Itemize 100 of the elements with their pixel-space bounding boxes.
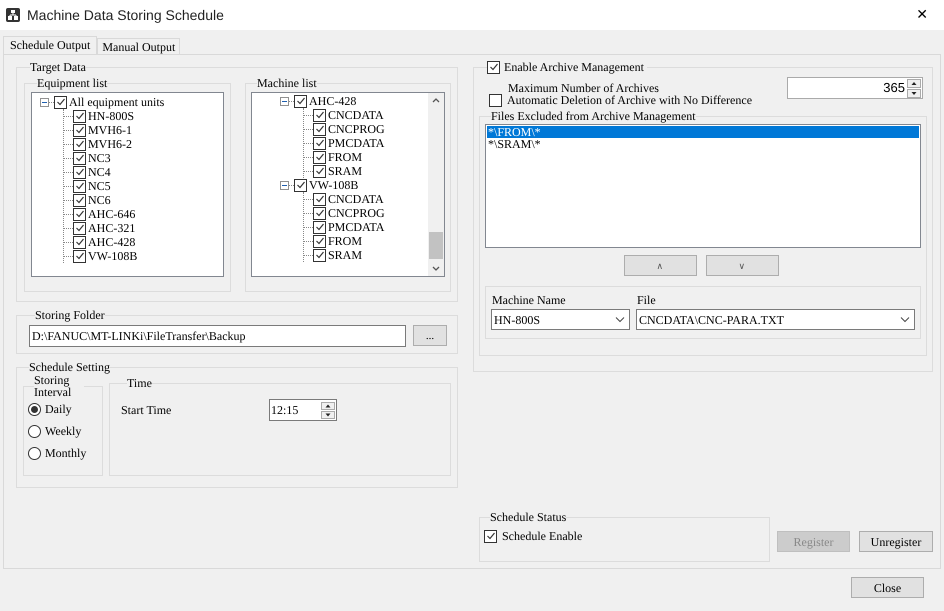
move-up-button[interactable]: ∧ [624,255,696,276]
field-label: File [637,293,657,307]
group-title: Target Data [30,60,86,74]
checkbox-label[interactable]: Schedule Enable [502,529,582,543]
checkbox[interactable] [73,152,86,164]
dropdown-value: HN-800S [494,312,540,326]
close-button[interactable]: ✕ [916,8,928,22]
checkbox[interactable] [313,164,326,178]
spin-up-icon[interactable] [321,402,335,410]
field-label: Start Time [121,403,172,417]
time-value: 12:15 [271,403,298,417]
checkbox-label[interactable]: Enable Archive Management [504,60,644,74]
tree-item[interactable]: HN-800S [88,109,134,123]
checkbox[interactable] [313,150,326,164]
tree-item[interactable]: AHC-428 [88,235,136,249]
scrollbar[interactable] [428,93,444,276]
checkbox-label[interactable]: Automatic Deletion of Archive with No Difference [507,93,752,107]
time-picker[interactable]: 12:15 [269,399,337,421]
chevron-down-icon[interactable] [615,316,625,323]
unregister-button[interactable]: Unregister [859,531,933,552]
group-title: Storing Interval [34,374,72,398]
checkbox[interactable] [73,208,86,220]
group-title: Schedule Status [490,510,566,524]
tree-item[interactable]: SRAM [328,164,362,178]
dropdown[interactable]: HN-800S [491,309,630,330]
list-item[interactable]: *\SRAM\* [487,138,919,150]
window-title: Machine Data Storing Schedule [27,7,224,23]
group-title: Equipment list [37,76,108,90]
tree-item[interactable]: FROM [328,234,362,248]
tree-item[interactable]: VW-108B [88,249,138,263]
checkbox[interactable] [489,94,502,106]
chevron-down-icon[interactable] [900,316,910,323]
checkbox[interactable] [487,60,500,74]
tree-item[interactable]: PMCDATA [328,220,384,234]
tree-item[interactable]: AHC-428 [309,94,356,108]
radio-label[interactable]: Daily [45,402,72,416]
tree-item[interactable]: AHC-646 [88,207,136,221]
checkbox[interactable] [313,192,326,206]
checkbox[interactable] [313,248,326,262]
checkbox[interactable] [313,122,326,136]
tree-item[interactable]: AHC-321 [88,221,136,235]
spin-up-icon[interactable] [907,78,921,88]
group-title: Storing Folder [35,308,105,322]
checkbox[interactable] [54,96,67,108]
radio-button[interactable] [28,446,41,460]
list-item[interactable]: *\FROM\* [487,126,919,138]
dropdown-value: CNCDATA\CNC-PARA.TXT [639,312,784,326]
collapse-icon[interactable] [280,180,289,190]
checkbox[interactable] [294,94,307,108]
checkbox[interactable] [294,178,307,192]
tree-item[interactable]: NC4 [88,165,111,179]
checkbox[interactable] [313,234,326,248]
field-label: Machine Name [492,293,567,307]
checkbox[interactable] [73,250,86,262]
checkbox[interactable] [313,206,326,220]
folder-path-field[interactable]: D:\FANUC\MT-LINKi\FileTransfer\Backup [29,325,406,347]
tree-item[interactable]: CNCPROG [328,122,385,136]
checkbox[interactable] [73,236,86,248]
tree-item[interactable]: CNCPROG [328,206,385,220]
move-down-button[interactable]: ∨ [706,255,778,276]
tree-item[interactable]: NC3 [88,151,111,165]
checkbox[interactable] [73,138,86,150]
checkbox[interactable] [73,166,86,178]
number-spinner[interactable]: 365 [787,77,923,99]
tab[interactable]: Manual Output [97,38,180,54]
group-title: Machine list [257,76,317,90]
checkbox[interactable] [313,220,326,234]
tree-item[interactable]: CNCDATA [328,192,384,206]
close-dialog-button[interactable]: Close [851,577,924,598]
browse-button[interactable]: ... [413,325,447,346]
group-title: Files Excluded from Archive Management [491,109,696,123]
radio-label[interactable]: Monthly [45,446,86,460]
collapse-icon[interactable] [280,96,289,106]
tree-item[interactable]: VW-108B [309,178,358,192]
checkbox[interactable] [73,194,86,206]
scrollbar-thumb[interactable] [429,232,443,259]
checkbox[interactable] [73,180,86,192]
tree-item[interactable]: FROM [328,150,362,164]
checkbox[interactable] [73,222,86,234]
spin-down-icon[interactable] [321,410,335,418]
checkbox[interactable] [73,110,86,122]
tree-item[interactable]: CNCDATA [328,108,384,122]
radio-button[interactable] [28,424,41,438]
tree-item[interactable]: NC6 [88,193,111,207]
checkbox[interactable] [313,108,326,122]
tree-item[interactable]: MVH6-1 [88,123,132,137]
radio-label[interactable]: Weekly [45,424,82,438]
spin-down-icon[interactable] [907,88,921,98]
field-label: Maximum Number of Archives [508,81,659,95]
tree-item[interactable]: PMCDATA [328,136,384,150]
checkbox[interactable] [313,136,326,150]
tree-item[interactable]: SRAM [328,248,362,262]
tree-item[interactable]: NC5 [88,179,111,193]
tree-item[interactable]: MVH6-2 [88,137,132,151]
dropdown[interactable]: CNCDATA\CNC-PARA.TXT [636,309,915,330]
collapse-icon[interactable] [40,98,49,106]
checkbox[interactable] [73,124,86,136]
radio-button[interactable] [28,402,41,416]
tree-item[interactable]: All equipment units [69,95,164,109]
checkbox[interactable] [484,530,497,542]
